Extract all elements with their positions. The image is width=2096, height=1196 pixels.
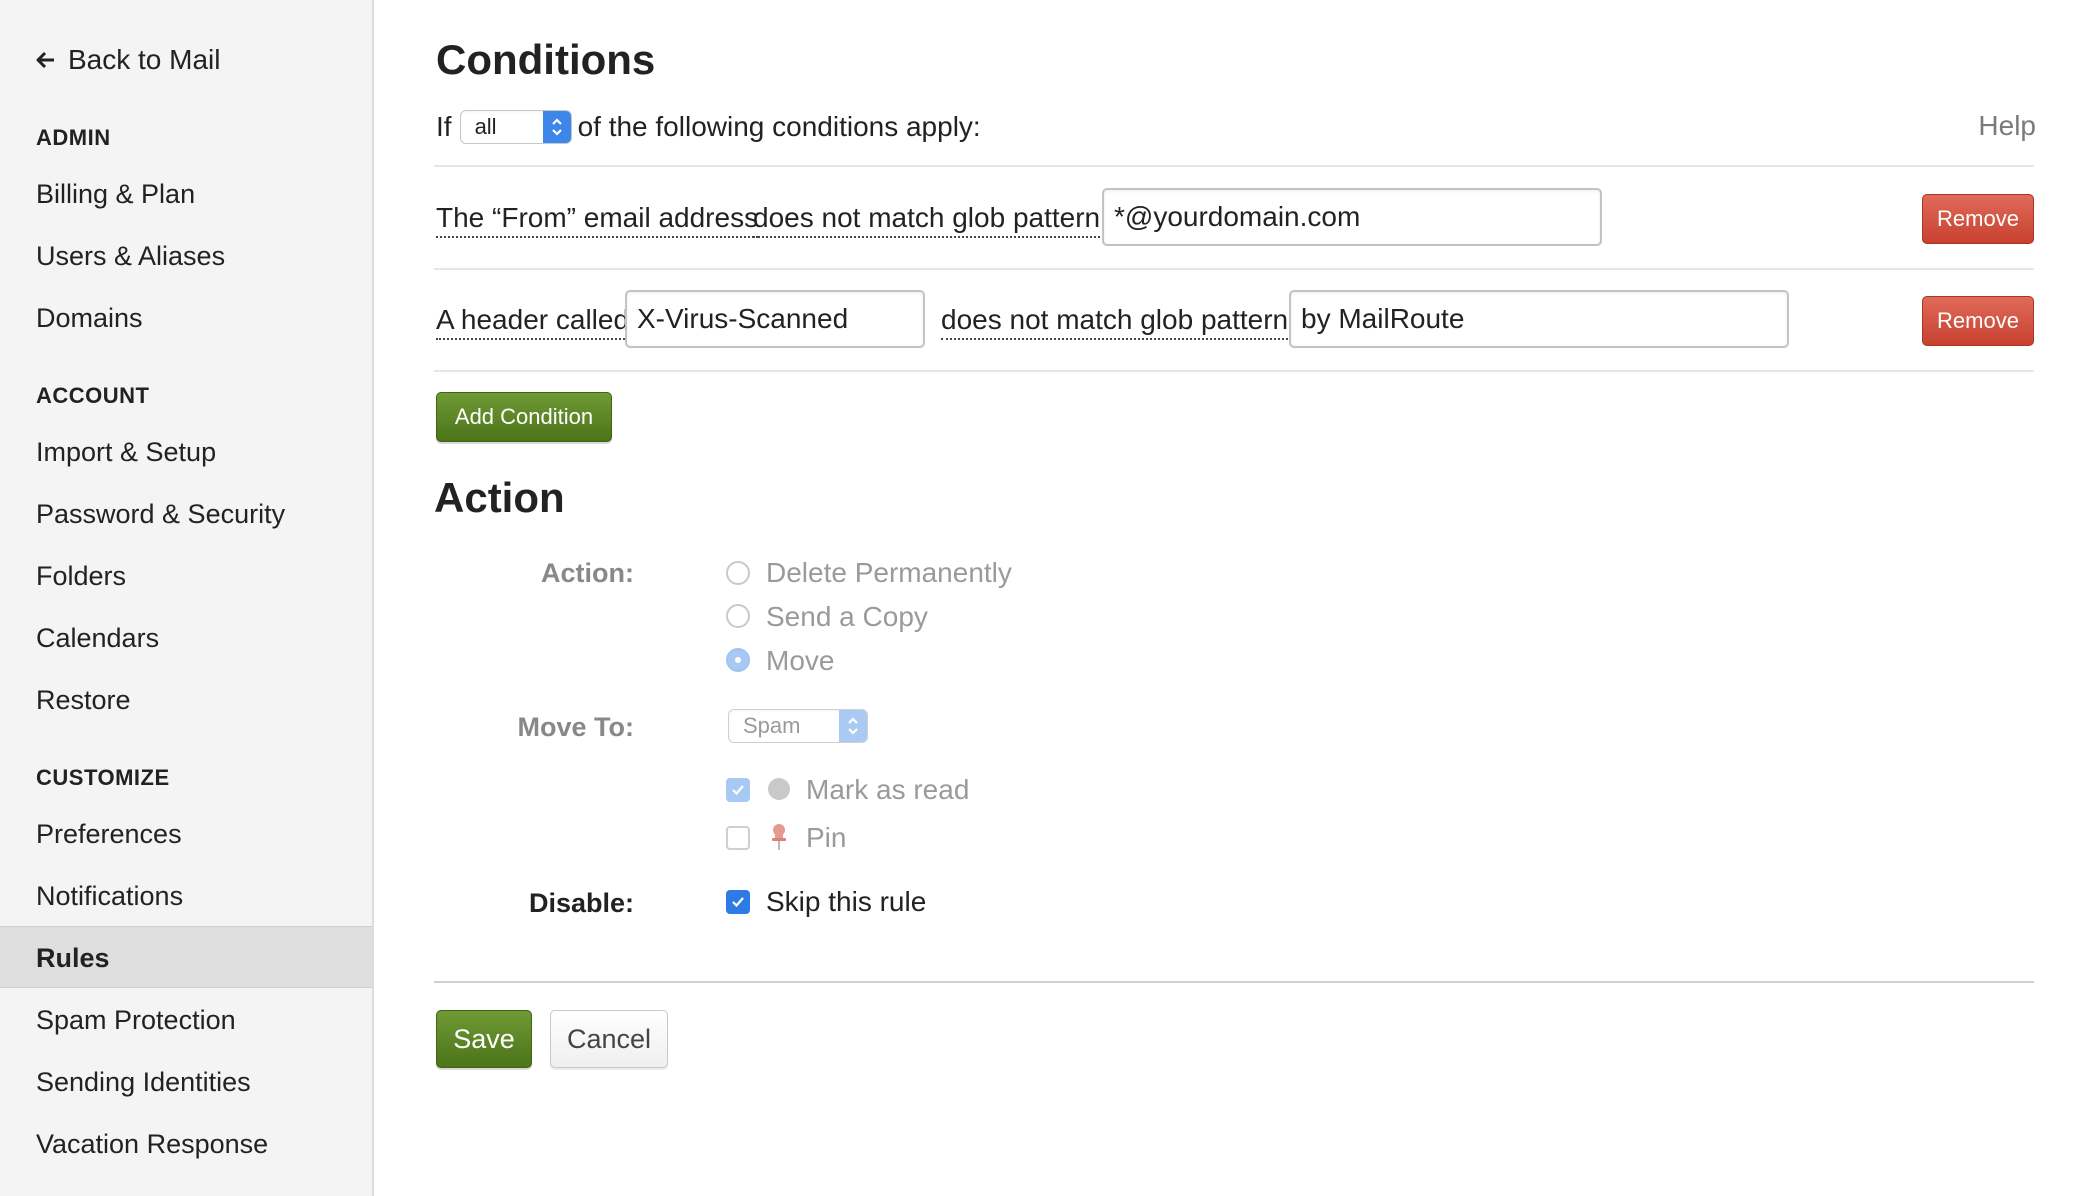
cancel-button[interactable]: Cancel: [550, 1010, 668, 1068]
sidebar-item-sending-identities[interactable]: Sending Identities: [0, 1051, 372, 1113]
if-suffix: of the following conditions apply:: [577, 111, 981, 142]
condition-value-input[interactable]: *@yourdomain.com: [1102, 188, 1602, 246]
sidebar-item-calendars[interactable]: Calendars: [0, 607, 372, 669]
match-select-value: all: [474, 114, 497, 139]
move-to-select[interactable]: Spam: [728, 709, 868, 743]
sidebar-item-billing[interactable]: Billing & Plan: [0, 163, 372, 225]
conditions-heading: Conditions: [436, 36, 656, 83]
pin-label[interactable]: Pin: [806, 822, 846, 854]
save-button[interactable]: Save: [436, 1010, 532, 1068]
radio-move[interactable]: [726, 648, 750, 672]
condition-value-input[interactable]: by MailRoute: [1289, 290, 1789, 348]
section-title-customize: CUSTOMIZE: [36, 765, 170, 790]
help-link[interactable]: Help: [1978, 110, 2036, 142]
condition-row: A header called X-Virus-Scanned does not…: [434, 290, 2034, 354]
condition-operator-select[interactable]: does not match glob pattern: [941, 304, 1289, 340]
back-to-mail-link[interactable]: Back to Mail: [36, 44, 221, 76]
arrow-left-icon: [36, 50, 58, 70]
rule-editor: Conditions If all of the following condi…: [434, 0, 2036, 1196]
remove-condition-button[interactable]: Remove: [1922, 194, 2034, 244]
condition-operator-select[interactable]: does not match glob pattern: [753, 202, 1101, 238]
sidebar-item-spam-protection[interactable]: Spam Protection: [0, 989, 372, 1051]
add-condition-button[interactable]: Add Condition: [436, 392, 612, 442]
sidebar-item-password-security[interactable]: Password & Security: [0, 483, 372, 545]
option-move[interactable]: Move: [766, 645, 834, 677]
remove-condition-button[interactable]: Remove: [1922, 296, 2034, 346]
pin-checkbox[interactable]: [726, 826, 750, 850]
option-send-copy[interactable]: Send a Copy: [766, 601, 928, 633]
condition-field-select[interactable]: The “From” email address: [436, 202, 759, 238]
sidebar-item-notifications[interactable]: Notifications: [0, 865, 372, 927]
mark-as-read-label[interactable]: Mark as read: [806, 774, 969, 806]
skip-rule-checkbox[interactable]: [726, 890, 750, 914]
divider: [434, 165, 2034, 167]
move-to-label: Move To:: [517, 712, 635, 742]
checkmark-icon: [732, 897, 744, 908]
radio-send-copy[interactable]: [726, 604, 750, 628]
sidebar-item-preferences[interactable]: Preferences: [0, 803, 372, 865]
checkmark-icon: [732, 785, 744, 796]
mark-as-read-checkbox[interactable]: [726, 778, 750, 802]
sidebar: Back to Mail ADMIN Billing & Plan Users …: [0, 0, 374, 1196]
header-name-input[interactable]: X-Virus-Scanned: [625, 290, 925, 348]
divider: [434, 268, 2034, 270]
action-label: Action:: [541, 558, 634, 588]
select-arrows-icon: [542, 111, 571, 143]
if-prefix: If: [436, 111, 452, 142]
back-to-mail-label: Back to Mail: [68, 44, 221, 75]
option-delete-permanently[interactable]: Delete Permanently: [766, 557, 1012, 589]
match-line: If all of the following conditions apply…: [436, 110, 981, 144]
pin-icon: [769, 822, 789, 857]
radio-delete-permanently[interactable]: [726, 561, 750, 585]
disable-label: Disable:: [528, 888, 634, 918]
match-select[interactable]: all: [459, 110, 572, 144]
select-arrows-icon: [839, 710, 867, 742]
sidebar-item-restore[interactable]: Restore: [0, 669, 372, 731]
unread-dot-icon: [768, 778, 790, 800]
section-title-account: ACCOUNT: [36, 383, 150, 408]
sidebar-item-vacation-response[interactable]: Vacation Response: [0, 1113, 372, 1175]
sidebar-item-folders[interactable]: Folders: [0, 545, 372, 607]
skip-rule-label[interactable]: Skip this rule: [766, 886, 926, 918]
divider: [434, 370, 2034, 372]
section-title-admin: ADMIN: [36, 125, 111, 150]
move-to-value: Spam: [743, 713, 801, 738]
condition-field-select[interactable]: A header called: [436, 304, 630, 340]
sidebar-item-import-setup[interactable]: Import & Setup: [0, 421, 372, 483]
sidebar-item-rules[interactable]: Rules: [0, 926, 372, 988]
action-heading: Action: [434, 474, 565, 521]
condition-row: The “From” email address does not match …: [434, 188, 2034, 252]
divider: [434, 981, 2034, 983]
sidebar-item-users-aliases[interactable]: Users & Aliases: [0, 225, 372, 287]
sidebar-item-domains[interactable]: Domains: [0, 287, 372, 349]
